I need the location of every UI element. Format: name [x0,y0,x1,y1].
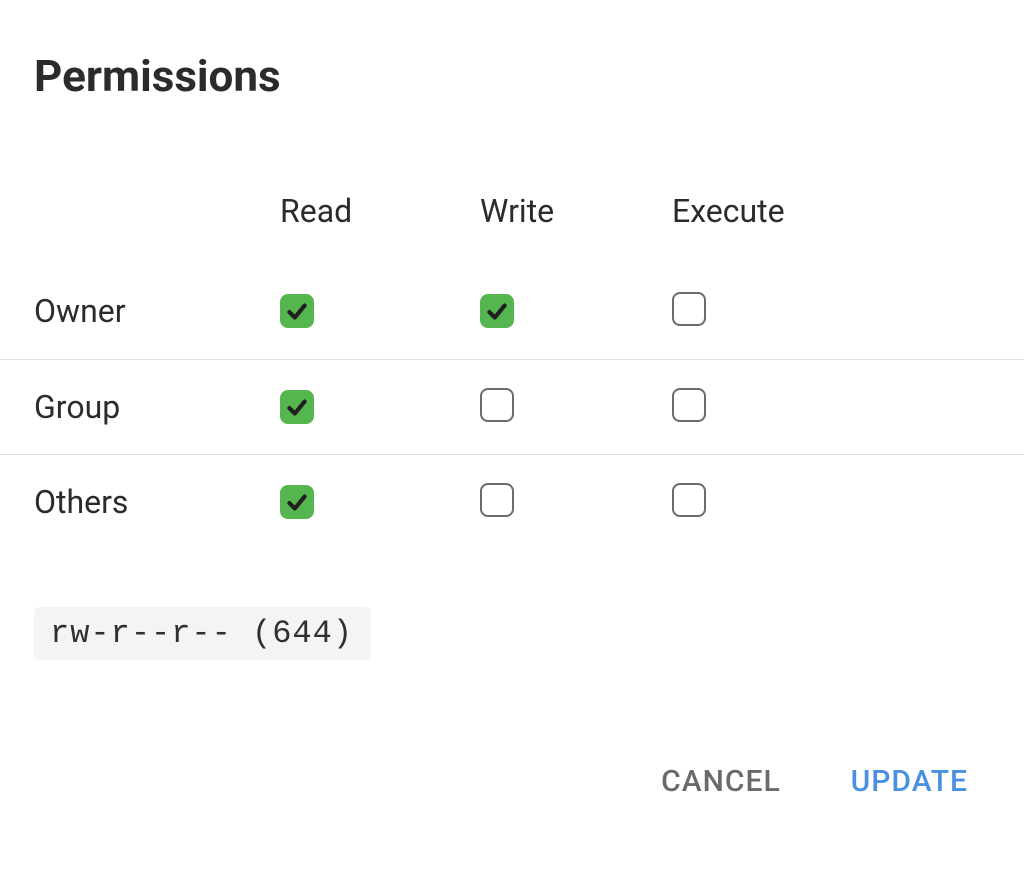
update-button[interactable]: UPDATE [851,764,968,799]
checkbox-others-write[interactable] [480,483,514,517]
page-title: Permissions [34,50,1024,102]
checkbox-owner-write[interactable] [480,294,514,328]
column-execute-header: Execute [672,192,1024,264]
checkbox-others-read[interactable] [280,485,314,519]
column-write-header: Write [480,192,672,264]
cancel-button[interactable]: CANCEL [661,764,781,799]
checkbox-owner-execute[interactable] [672,292,706,326]
dialog-actions: CANCEL UPDATE [661,764,968,799]
row-owner: Owner [0,264,1024,359]
checkbox-group-execute[interactable] [672,388,706,422]
checkbox-owner-read[interactable] [280,294,314,328]
checkbox-group-write[interactable] [480,388,514,422]
permissions-table: Read Write Execute Owner Group Others [0,192,1024,549]
checkbox-others-execute[interactable] [672,483,706,517]
permission-mode-string: rw-r--r-- (644) [34,607,371,660]
row-others: Others [0,454,1024,549]
role-label-others: Others [0,454,280,549]
column-read-header: Read [280,192,480,264]
row-group: Group [0,359,1024,454]
checkbox-group-read[interactable] [280,390,314,424]
role-label-group: Group [0,359,280,454]
role-label-owner: Owner [0,264,280,359]
